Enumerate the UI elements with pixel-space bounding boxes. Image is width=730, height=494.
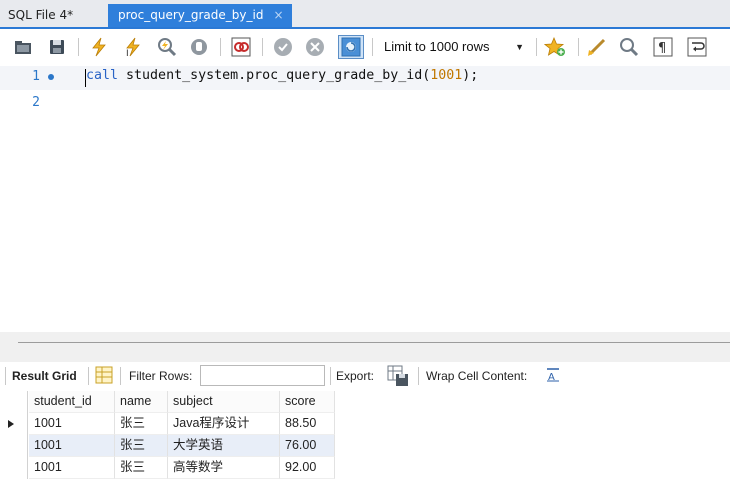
save-icon[interactable] (46, 36, 68, 58)
result-toolbar: Result Grid Filter Rows: Export: Wrap Ce… (0, 362, 730, 390)
export-label: Export: (336, 369, 375, 383)
sql-argument: 1001 (430, 68, 463, 83)
cell-score[interactable]: 88.50 (280, 413, 335, 435)
line-number-2: 2 (32, 95, 40, 110)
toolbar-separator (330, 367, 331, 385)
chevron-down-icon: ▼ (515, 42, 524, 52)
filter-rows-label: Filter Rows: (129, 369, 193, 383)
column-header-student-id[interactable]: student_id (29, 391, 115, 413)
find-icon[interactable] (618, 36, 640, 58)
wrap-cell-content-label: Wrap Cell Content: (426, 369, 528, 383)
code-line-1[interactable]: call student_system.proc_query_grade_by_… (86, 68, 478, 83)
line-number-1: 1 (32, 69, 40, 84)
grid-header-row: student_id name subject score (0, 391, 340, 413)
row-marker-header (0, 391, 28, 413)
close-tab-icon[interactable]: × (273, 4, 283, 26)
filter-rows-input[interactable] (200, 365, 325, 386)
sql-tail: ); (462, 68, 479, 83)
beautify-star-icon[interactable] (544, 36, 566, 58)
table-row[interactable]: 1001 张三 大学英语 76.00 (0, 435, 340, 457)
cell-student-id[interactable]: 1001 (29, 457, 115, 479)
limit-rows-value: Limit to 1000 rows (384, 39, 490, 54)
svg-text:¶: ¶ (658, 41, 666, 56)
cell-name[interactable]: 张三 (115, 413, 168, 435)
table-row[interactable]: 1001 张三 Java程序设计 88.50 (0, 413, 340, 435)
autocommit-icon[interactable] (338, 35, 364, 59)
rollback-icon[interactable] (304, 36, 326, 58)
commit-icon[interactable] (272, 36, 294, 58)
execute-current-icon[interactable]: I (122, 36, 144, 58)
execute-lightning-icon[interactable] (88, 36, 110, 58)
column-header-name[interactable]: name (115, 391, 168, 413)
toggle-error-icon[interactable] (230, 36, 252, 58)
tab-sql-file-4[interactable]: SQL File 4* (0, 4, 81, 27)
toolbar-separator (536, 38, 537, 56)
editor-tab-strip: SQL File 4* proc_query_grade_by_id × (0, 0, 730, 29)
sql-editor-toolbar: I Limit to 1000 rows ▼ ¶ (0, 31, 730, 64)
panel-splitter[interactable] (0, 332, 730, 362)
cell-subject[interactable]: 大学英语 (168, 435, 280, 457)
invisible-chars-icon[interactable]: ¶ (652, 36, 674, 58)
table-row[interactable]: 1001 张三 高等数学 92.00 (0, 457, 340, 479)
sql-keyword: call (86, 68, 119, 83)
column-header-score[interactable]: score (280, 391, 335, 413)
toolbar-separator (5, 367, 6, 385)
wrap-cell-toggle-icon[interactable]: A (546, 368, 560, 385)
stop-icon[interactable] (188, 36, 210, 58)
result-grid-tab[interactable]: Result Grid (12, 369, 77, 383)
cell-subject[interactable]: Java程序设计 (168, 413, 280, 435)
cell-student-id[interactable]: 1001 (29, 435, 115, 457)
toolbar-separator (120, 367, 121, 385)
cell-score[interactable]: 76.00 (280, 435, 335, 457)
grid-layout-icon[interactable] (95, 366, 113, 387)
open-folder-icon[interactable] (12, 36, 34, 58)
toolbar-separator (578, 38, 579, 56)
row-marker[interactable] (0, 413, 28, 435)
cell-name[interactable]: 张三 (115, 435, 168, 457)
statement-marker-icon[interactable] (48, 74, 54, 80)
column-header-subject[interactable]: subject (168, 391, 280, 413)
toolbar-separator (78, 38, 79, 56)
toolbar-separator (418, 367, 419, 385)
tab-proc-query-grade-by-id[interactable]: proc_query_grade_by_id × (108, 4, 292, 27)
toolbar-separator (88, 367, 89, 385)
toolbar-separator (220, 38, 221, 56)
cell-subject[interactable]: 高等数学 (168, 457, 280, 479)
brush-icon[interactable] (586, 36, 608, 58)
sql-editor[interactable]: 1 2 call student_system.proc_query_grade… (0, 64, 730, 332)
svg-text:I: I (126, 49, 129, 57)
cell-student-id[interactable]: 1001 (29, 413, 115, 435)
splitter-line (18, 342, 730, 343)
export-icon[interactable] (387, 365, 409, 390)
cell-name[interactable]: 张三 (115, 457, 168, 479)
current-row-arrow-icon (8, 420, 14, 428)
row-marker[interactable] (0, 457, 28, 479)
wrap-icon[interactable] (686, 36, 708, 58)
sql-procedure-call: student_system.proc_query_grade_by_id( (118, 68, 431, 83)
explain-icon[interactable] (156, 36, 178, 58)
cell-score[interactable]: 92.00 (280, 457, 335, 479)
limit-rows-select[interactable]: Limit to 1000 rows ▼ (379, 36, 531, 58)
toolbar-separator (262, 38, 263, 56)
row-marker[interactable] (0, 435, 28, 457)
toolbar-separator (372, 38, 373, 56)
tab-label: proc_query_grade_by_id (118, 8, 264, 22)
